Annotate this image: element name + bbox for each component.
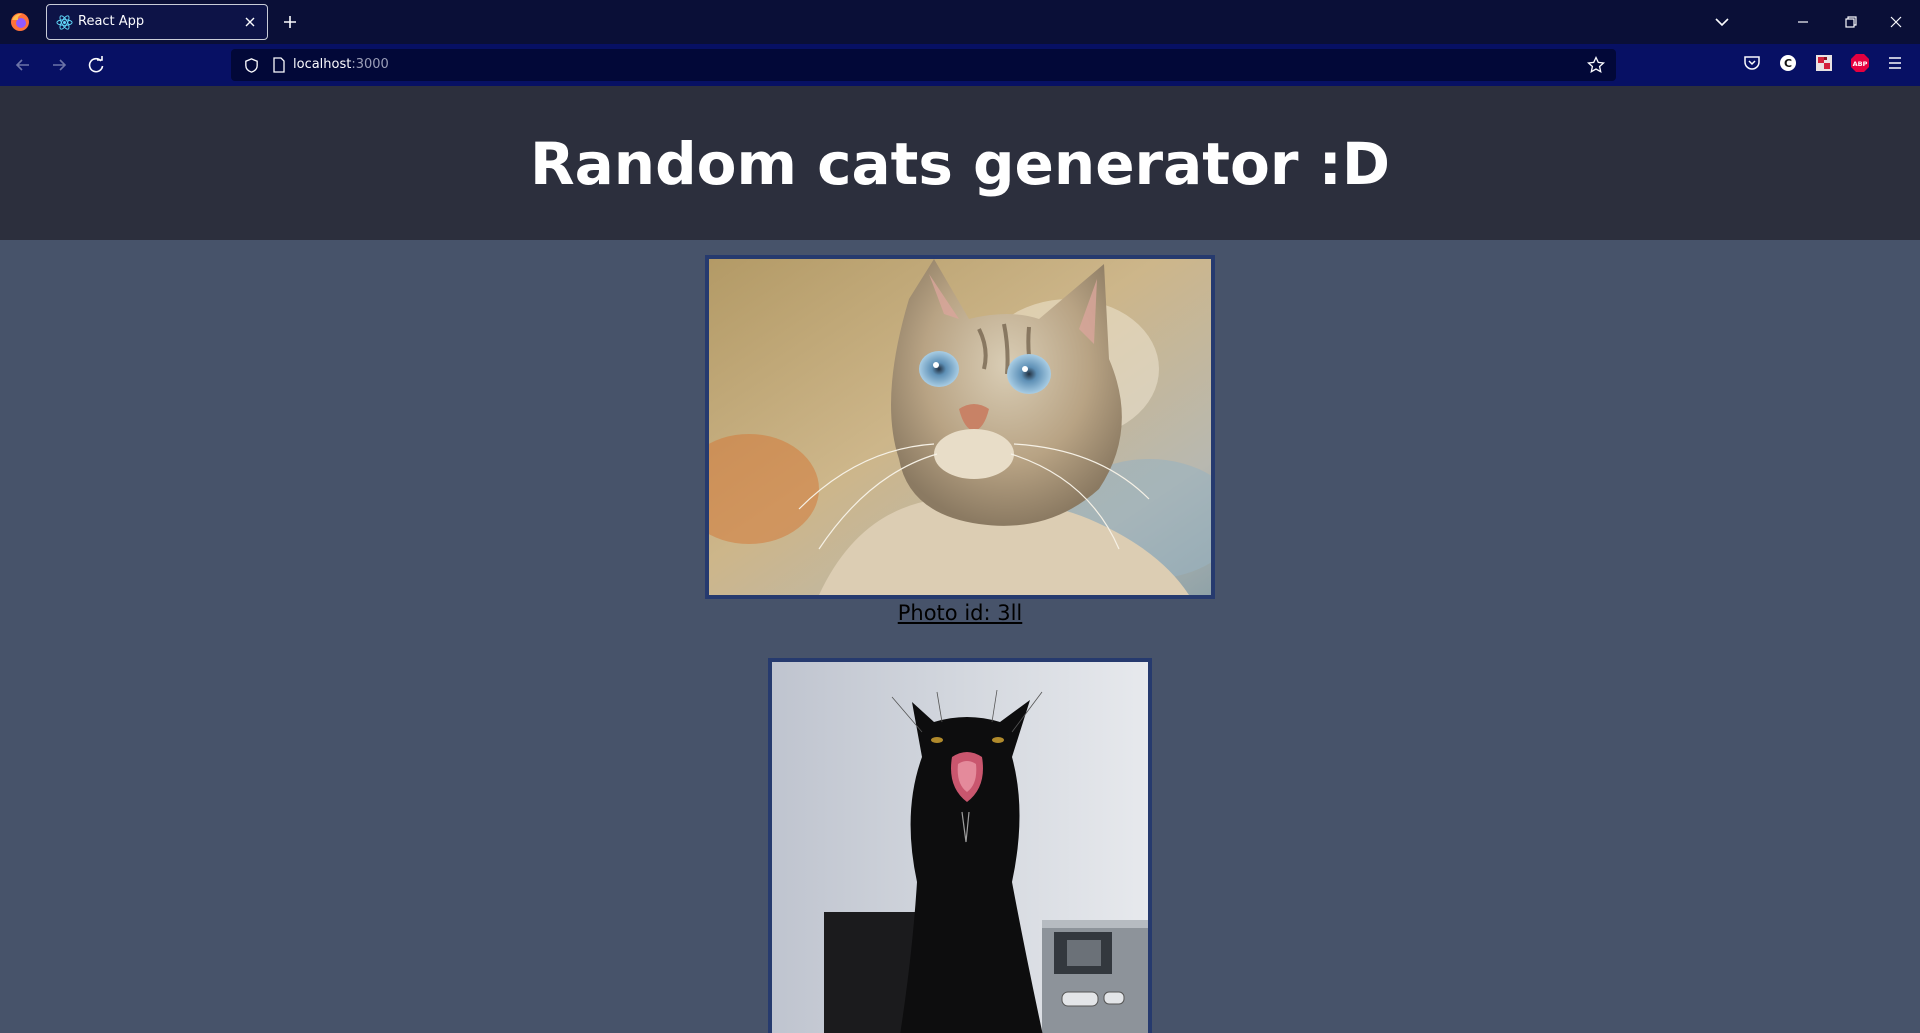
url-text: localhost:3000 [293, 57, 389, 72]
page-info-icon[interactable] [271, 56, 287, 74]
photo-id-link[interactable]: Photo id: 3ll [0, 601, 1920, 625]
cat-image [772, 662, 1148, 1033]
tab-title: React App [78, 14, 145, 29]
pocket-icon[interactable] [1742, 53, 1762, 73]
page-title: Random cats generator :D [530, 130, 1390, 198]
navigation-toolbar: localhost:3000 [0, 44, 1920, 86]
menu-icon[interactable] [1885, 53, 1905, 73]
restore-icon[interactable] [1841, 12, 1861, 32]
close-window-icon[interactable] [1886, 12, 1906, 32]
tab-strip: React App [0, 0, 1920, 44]
bookmark-star-icon[interactable] [1586, 55, 1606, 75]
forward-icon[interactable] [48, 54, 70, 76]
reload-icon[interactable] [85, 54, 107, 76]
minimize-icon[interactable] [1793, 12, 1813, 32]
cat-photo [705, 255, 1215, 599]
pixel-extension-icon[interactable] [1814, 53, 1834, 73]
cat-image [709, 259, 1211, 595]
tab-react-app[interactable]: React App [46, 4, 268, 40]
c-extension-icon[interactable]: C [1778, 53, 1798, 73]
firefox-icon[interactable] [9, 11, 31, 33]
cat-photo [768, 658, 1152, 1033]
svg-text:C: C [1784, 57, 1792, 70]
close-tab-icon[interactable] [241, 13, 259, 31]
url-bar[interactable]: localhost:3000 [231, 49, 1616, 81]
list-all-tabs-icon[interactable] [1712, 12, 1732, 32]
back-icon[interactable] [12, 54, 34, 76]
svg-text:ABP: ABP [1853, 60, 1868, 68]
adblock-icon[interactable]: ABP [1850, 53, 1870, 73]
app-header: Random cats generator :D [0, 86, 1920, 240]
react-icon [56, 15, 73, 30]
tracking-protection-icon[interactable] [243, 57, 260, 74]
new-tab-icon[interactable] [280, 12, 300, 32]
